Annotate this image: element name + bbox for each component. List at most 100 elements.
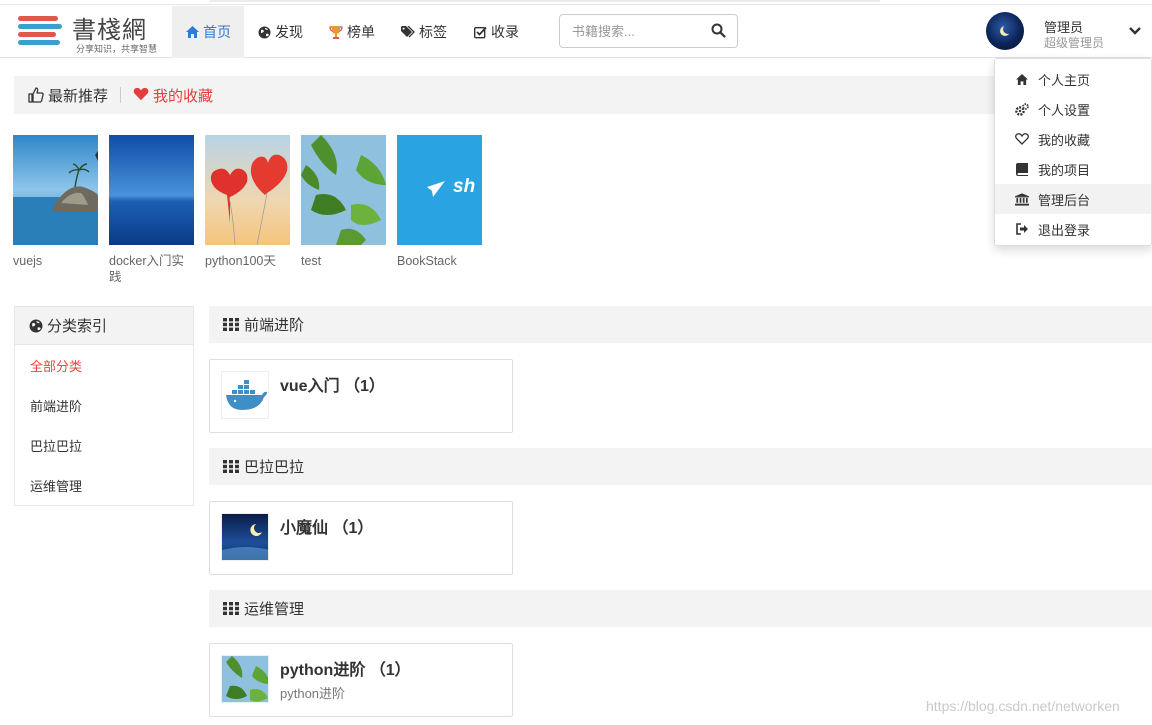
nav-home[interactable]: 首页 xyxy=(172,6,244,58)
book-item[interactable]: sh BookStack xyxy=(397,135,483,269)
book-cover-bookstack-logo[interactable]: sh xyxy=(397,135,482,245)
top-scroll-edge xyxy=(0,0,1152,5)
project-thumb-night-moon[interactable] xyxy=(221,513,269,561)
section-header: 运维管理 xyxy=(209,590,1152,627)
project-title[interactable]: vue入门 （1） xyxy=(280,372,385,396)
book-cover-green-leaves[interactable] xyxy=(301,135,386,245)
check-square-icon xyxy=(473,25,487,39)
book-name[interactable]: test xyxy=(301,253,387,269)
book-cover-blue-sea[interactable] xyxy=(109,135,194,245)
category-sidebar: 分类索引 全部分类 前端进阶 巴拉巴拉 运维管理 xyxy=(14,306,194,506)
top-header: 書棧網 分享知识，共享智慧 首页 发现 榜单 标签 收录 书籍搜索... 管理员… xyxy=(0,6,1152,58)
section-title: 运维管理 xyxy=(244,601,305,618)
thumbs-up-icon xyxy=(28,87,44,103)
nav-home-label: 首页 xyxy=(203,24,231,40)
grid-icon xyxy=(223,459,239,474)
tab-favorites[interactable]: 我的收藏 xyxy=(133,85,213,106)
nav-collect-label: 收录 xyxy=(491,24,519,40)
nav-discover[interactable]: 发现 xyxy=(244,6,316,58)
nav-ranking[interactable]: 榜单 xyxy=(316,6,388,58)
user-role: 超级管理员 xyxy=(1044,36,1105,50)
project-thumb-docker-whale[interactable] xyxy=(221,371,269,419)
book-cover-beach-rocks[interactable] xyxy=(13,135,98,245)
book-name[interactable]: BookStack xyxy=(397,253,483,269)
heart-outline-icon xyxy=(1015,132,1029,146)
menu-item-projects[interactable]: 我的项目 xyxy=(995,154,1151,184)
project-card[interactable]: python进阶 （1） python进阶 xyxy=(209,643,513,717)
menu-item-profile[interactable]: 个人主页 xyxy=(995,64,1151,94)
cogs-icon xyxy=(1015,102,1029,116)
section-title: 巴拉巴拉 xyxy=(244,459,305,476)
project-description: python进阶 xyxy=(280,686,346,701)
menu-item-label: 个人主页 xyxy=(1038,72,1091,88)
bank-icon xyxy=(1015,192,1029,206)
menu-item-label: 个人设置 xyxy=(1038,102,1091,118)
menu-item-settings[interactable]: 个人设置 xyxy=(995,94,1151,124)
main-nav: 首页 发现 榜单 标签 收录 xyxy=(172,6,532,58)
tab-latest[interactable]: 最新推荐 xyxy=(28,85,108,106)
nav-discover-label: 发现 xyxy=(275,24,303,40)
book-cover-red-balloons[interactable] xyxy=(205,135,290,245)
divider xyxy=(120,87,122,103)
home-icon xyxy=(185,25,199,39)
globe-icon xyxy=(257,25,271,39)
menu-item-favorites[interactable]: 我的收藏 xyxy=(995,124,1151,154)
book-item[interactable]: test xyxy=(301,135,387,269)
chevron-down-icon[interactable] xyxy=(1128,24,1144,40)
book-item[interactable]: vuejs xyxy=(13,135,99,269)
tab-latest-label: 最新推荐 xyxy=(48,87,109,105)
book-search xyxy=(559,14,738,48)
menu-item-label: 退出登录 xyxy=(1038,222,1091,238)
project-title[interactable]: 小魔仙 （1） xyxy=(280,514,373,538)
menu-item-label: 我的项目 xyxy=(1038,162,1091,178)
watermark-text: https://blog.csdn.net/networken xyxy=(926,698,1120,714)
nav-collect[interactable]: 收录 xyxy=(460,6,532,58)
grid-icon xyxy=(223,317,239,332)
recommend-bar: 最新推荐 我的收藏 xyxy=(14,76,1152,114)
menu-item-label: 管理后台 xyxy=(1038,192,1091,208)
globe-icon xyxy=(29,319,43,333)
project-thumb-green-leaves[interactable] xyxy=(221,655,269,703)
trophy-icon xyxy=(329,25,343,39)
heart-icon xyxy=(133,87,149,103)
menu-item-admin[interactable]: 管理后台 xyxy=(995,184,1151,214)
grid-icon xyxy=(223,601,239,616)
section-header: 巴拉巴拉 xyxy=(209,448,1152,485)
nav-ranking-label: 榜单 xyxy=(347,24,375,40)
tab-favorites-label: 我的收藏 xyxy=(153,87,214,105)
search-icon[interactable] xyxy=(711,23,727,39)
book-name[interactable]: python100天 xyxy=(205,253,291,269)
home-icon xyxy=(1015,72,1029,86)
nav-tags[interactable]: 标签 xyxy=(388,6,460,58)
category-header: 分类索引 xyxy=(15,307,193,345)
book-name[interactable]: vuejs xyxy=(13,253,99,269)
category-title: 分类索引 xyxy=(47,318,108,335)
user-menu-toggle[interactable]: 管理员 超级管理员 xyxy=(984,10,1152,54)
book-item[interactable]: python100天 xyxy=(205,135,291,269)
user-dropdown-menu: 个人主页 个人设置 我的收藏 我的项目 管理后台 退出登录 xyxy=(994,58,1152,246)
section-title: 前端进阶 xyxy=(244,317,305,334)
logo-books-icon xyxy=(18,16,62,52)
project-card[interactable]: 小魔仙 （1） xyxy=(209,501,513,575)
logo-name: 書棧網 xyxy=(72,16,147,44)
site-logo[interactable]: 書棧網 分享知识，共享智慧 xyxy=(16,10,166,56)
book-cover-text: sh xyxy=(453,176,476,197)
category-item-ops[interactable]: 运维管理 xyxy=(15,465,193,505)
project-title[interactable]: python进阶 （1） xyxy=(280,656,411,680)
section-header: 前端进阶 xyxy=(209,306,1152,343)
tags-icon xyxy=(401,25,415,39)
book-item[interactable]: docker入门实践 xyxy=(109,135,195,285)
category-item-balabala[interactable]: 巴拉巴拉 xyxy=(15,425,193,465)
avatar[interactable] xyxy=(986,12,1024,50)
project-card[interactable]: vue入门 （1） xyxy=(209,359,513,433)
menu-item-logout[interactable]: 退出登录 xyxy=(995,214,1151,244)
category-item-frontend[interactable]: 前端进阶 xyxy=(15,385,193,425)
category-item-all[interactable]: 全部分类 xyxy=(15,345,193,385)
sign-out-icon xyxy=(1015,222,1029,236)
menu-item-label: 我的收藏 xyxy=(1038,132,1091,148)
book-icon xyxy=(1015,162,1029,176)
book-name[interactable]: docker入门实践 xyxy=(109,253,195,285)
logo-slogan: 分享知识，共享智慧 xyxy=(76,44,158,54)
nav-tags-label: 标签 xyxy=(419,24,447,40)
search-input[interactable] xyxy=(560,15,710,47)
